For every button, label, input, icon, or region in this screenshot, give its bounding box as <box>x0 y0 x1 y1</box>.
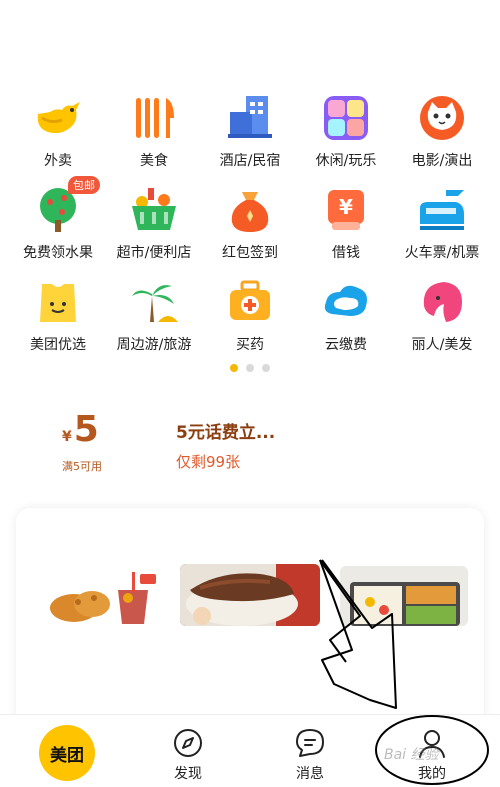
tab-messages[interactable]: 消息 <box>275 715 345 787</box>
watermark: Bai 经验 <box>384 747 439 763</box>
currency-symbol: ¥ <box>62 429 72 445</box>
feature-movie[interactable]: 电影/演出 <box>396 92 488 184</box>
feature-label: 电影/演出 <box>411 153 473 169</box>
feature-label: 云缴费 <box>325 337 367 353</box>
page-indicator <box>0 364 500 372</box>
free-shipping-badge: 包邮 <box>68 176 100 194</box>
tab-home[interactable]: 美团 <box>39 725 95 781</box>
feature-medicine[interactable]: 买药 <box>204 276 296 368</box>
coupon-title: 5元话费立... <box>176 423 276 443</box>
building-icon <box>224 92 276 144</box>
palm-tree-icon <box>128 276 180 328</box>
feature-free-fruit[interactable]: 包邮 免费领水果 <box>12 176 104 276</box>
feature-label: 买药 <box>236 337 264 353</box>
chat-bubble-icon <box>294 727 326 759</box>
train-plane-icon <box>416 184 468 236</box>
feature-label: 周边游/旅游 <box>116 337 192 353</box>
feature-label: 外卖 <box>44 153 72 169</box>
tab-label: 发现 <box>174 766 202 782</box>
tab-discover[interactable]: 发现 <box>153 715 223 787</box>
page-dot[interactable] <box>262 364 270 372</box>
food-image-fried-chicken[interactable] <box>48 568 158 624</box>
medicine-box-icon <box>224 276 276 328</box>
coupon-remaining: 仅剩99张 <box>176 453 241 471</box>
basket-icon <box>128 184 180 236</box>
feature-leisure[interactable]: 休闲/玩乐 <box>300 92 392 184</box>
feature-loan[interactable]: ¥ 借钱 <box>300 184 392 276</box>
feature-row: 包邮 免费领水果 超市/便利店 红包签到 ¥ 借钱 火车票/机票 <box>0 176 500 276</box>
page-dot-active[interactable] <box>230 364 238 372</box>
shopping-bag-icon <box>32 276 84 328</box>
page-dot[interactable] <box>246 364 254 372</box>
compass-icon <box>172 727 204 759</box>
leisure-grid-icon <box>320 92 372 144</box>
cloud-icon <box>320 276 372 328</box>
feature-label: 借钱 <box>332 245 360 261</box>
cat-icon <box>416 92 468 144</box>
coupon-condition: 满5可用 <box>62 460 102 473</box>
feature-travel[interactable]: 周边游/旅游 <box>108 276 200 368</box>
feature-row: 外卖 美食 酒店/民宿 休闲/玩乐 电影/演出 <box>0 92 500 184</box>
feature-grid: 外卖 美食 酒店/民宿 休闲/玩乐 电影/演出 包邮 免费领水果 超市/便利店 … <box>0 92 500 368</box>
feature-red-packet[interactable]: 红包签到 <box>204 184 296 276</box>
kangaroo-icon <box>32 92 84 144</box>
food-image-bento[interactable] <box>340 566 468 626</box>
tab-label: 消息 <box>296 766 324 782</box>
feature-train-plane[interactable]: 火车票/机票 <box>396 184 488 276</box>
fork-knife-icon <box>128 92 180 144</box>
food-image-burger[interactable] <box>180 564 320 626</box>
feature-label: 休闲/玩乐 <box>315 153 377 169</box>
feature-beauty[interactable]: 丽人/美发 <box>396 276 488 368</box>
feature-label: 丽人/美发 <box>411 337 473 353</box>
feature-cloud-pay[interactable]: 云缴费 <box>300 276 392 368</box>
feature-supermarket[interactable]: 超市/便利店 <box>108 184 200 276</box>
feature-label: 超市/便利店 <box>116 245 192 261</box>
coupon-value: 5 <box>73 409 99 450</box>
coupon-amount: ¥ 5 <box>62 410 99 450</box>
feature-label: 免费领水果 <box>23 245 93 261</box>
yuan-card-icon: ¥ <box>320 184 372 236</box>
tab-label: 我的 <box>418 766 446 782</box>
feature-label: 美食 <box>140 153 168 169</box>
coupon-banner[interactable]: ¥ 5 满5可用 5元话费立... 仅剩99张 <box>0 406 500 476</box>
feature-label: 火车票/机票 <box>404 245 480 261</box>
feature-hotel[interactable]: 酒店/民宿 <box>204 92 296 184</box>
svg-text:¥: ¥ <box>339 195 353 219</box>
feature-youxuan[interactable]: 美团优选 <box>12 276 104 368</box>
feature-row: 美团优选 周边游/旅游 买药 云缴费 丽人/美发 <box>0 276 500 368</box>
feature-label: 美团优选 <box>30 337 86 353</box>
feature-food[interactable]: 美食 <box>108 92 200 184</box>
promo-card <box>16 508 484 738</box>
woman-hair-icon <box>416 276 468 328</box>
feature-label: 红包签到 <box>222 245 278 261</box>
feature-takeout[interactable]: 外卖 <box>12 92 104 184</box>
feature-label: 酒店/民宿 <box>219 153 281 169</box>
money-bag-icon <box>224 184 276 236</box>
